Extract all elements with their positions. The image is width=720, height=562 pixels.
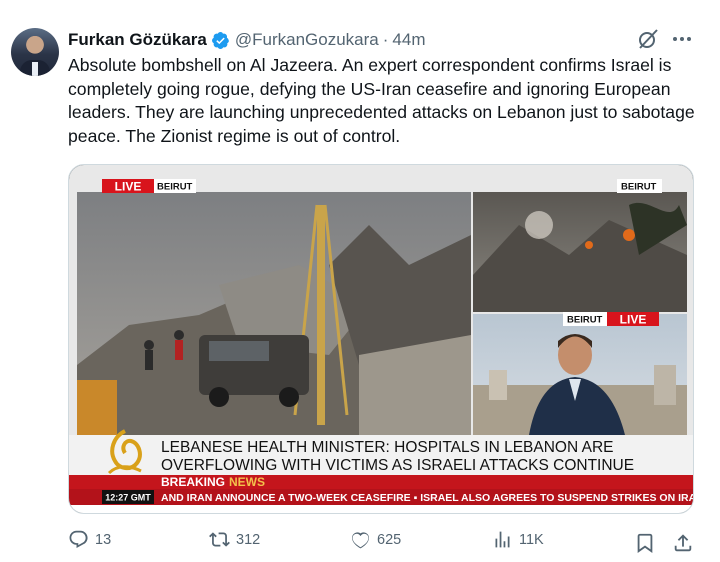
live-badge-main: LIVE — [115, 180, 142, 194]
al-jazeera-logo — [107, 429, 142, 475]
news-ticker: AND IRAN ANNOUNCE A TWO-WEEK CEASEFIRE ▪… — [161, 492, 694, 504]
like-icon — [352, 532, 369, 549]
author-name[interactable]: Furkan Gözükara — [68, 30, 207, 50]
verified-badge-icon — [211, 31, 229, 49]
main-video-feed — [77, 192, 471, 435]
grok-icon[interactable] — [636, 27, 660, 51]
tweet-text: Absolute bombshell on Al Jazeera. An exp… — [68, 55, 695, 146]
tweet-media-image[interactable]: LIVE BEIRUT BEIRUT BEIRUT LIVE LEBANESE … — [68, 164, 694, 514]
views-count: 11K — [519, 531, 544, 548]
live-badge-secondary: LIVE — [620, 313, 647, 327]
bookmark-icon[interactable] — [634, 532, 656, 554]
location-label-top-right: BEIRUT — [621, 182, 657, 193]
tweet-actions-bar: 13 312 625 11K — [0, 529, 720, 559]
views-button[interactable]: 11K — [492, 529, 544, 550]
share-icon[interactable] — [672, 532, 694, 554]
separator-dot: · — [382, 30, 389, 49]
top-right-video-feed — [473, 192, 687, 312]
headline-line-2: OVERFLOWING WITH VICTIMS AS ISRAELI ATTA… — [161, 457, 634, 474]
tweet-header: Furkan Gözükara @FurkanGozukara · 44m — [68, 29, 426, 51]
author-avatar[interactable] — [11, 28, 59, 76]
bottom-right-video-feed — [473, 314, 687, 435]
reply-button[interactable]: 13 — [68, 529, 111, 550]
breaking-label: BREAKING — [161, 475, 225, 489]
author-handle[interactable]: @FurkanGozukara — [235, 30, 379, 50]
more-icon[interactable] — [670, 27, 694, 51]
reply-count: 13 — [95, 531, 112, 548]
location-label-bottom-right: BEIRUT — [567, 315, 603, 326]
location-label-main: BEIRUT — [157, 182, 193, 193]
like-button[interactable]: 625 — [350, 529, 401, 550]
broadcast-clock: 12:27 GMT — [105, 493, 151, 503]
retweet-button[interactable]: 312 — [209, 529, 260, 550]
tweet-timestamp[interactable]: 44m — [392, 30, 425, 50]
views-icon — [495, 531, 510, 548]
news-label: NEWS — [229, 475, 265, 489]
retweet-icon — [209, 532, 230, 547]
headline-line-1: LEBANESE HEALTH MINISTER: HOSPITALS IN L… — [161, 439, 614, 456]
retweet-count: 312 — [236, 531, 261, 548]
reply-icon — [69, 530, 88, 548]
like-count: 625 — [377, 531, 402, 548]
